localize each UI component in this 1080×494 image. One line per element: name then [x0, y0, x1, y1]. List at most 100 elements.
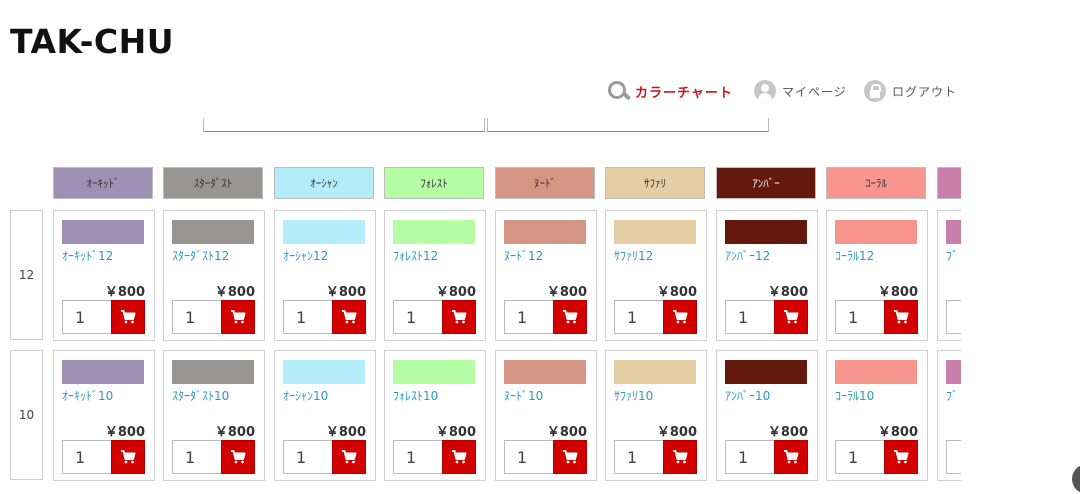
- quantity-input[interactable]: [835, 300, 885, 334]
- quantity-input[interactable]: [393, 440, 443, 474]
- add-to-cart-button[interactable]: [332, 440, 366, 474]
- product-card: ｻﾌｧﾘ10 ￥800: [605, 350, 707, 481]
- color-header: ﾌｫﾚｽﾄ: [384, 167, 484, 199]
- product-name-link[interactable]: ﾌﾞ: [946, 247, 958, 264]
- product-card: ｻﾌｧﾘ12 ￥800: [605, 210, 707, 341]
- product-name-link[interactable]: ｵｰｼｬﾝ10: [283, 387, 328, 404]
- cart-icon: [673, 450, 688, 464]
- filter-select-1[interactable]: [203, 118, 485, 132]
- add-to-cart-button[interactable]: [221, 300, 255, 334]
- add-to-cart-button[interactable]: [442, 300, 476, 334]
- cart-icon: [563, 450, 578, 464]
- product-name-link[interactable]: ｱﾝﾊﾞｰ10: [725, 387, 770, 404]
- quantity-input[interactable]: [62, 440, 112, 474]
- filter-select-2[interactable]: [487, 118, 769, 132]
- product-price: ￥800: [877, 425, 918, 440]
- quantity-input[interactable]: [725, 300, 775, 334]
- site-logo[interactable]: TAK-CHU: [10, 22, 174, 61]
- product-price: ￥800: [104, 425, 145, 440]
- cart-icon: [121, 450, 136, 464]
- color-header: ｵｰｷｯﾄﾞ: [53, 167, 153, 199]
- add-to-cart-button[interactable]: [884, 440, 918, 474]
- search-icon: [607, 80, 632, 102]
- add-to-cart-button[interactable]: [663, 440, 697, 474]
- product-price: ￥800: [325, 425, 366, 440]
- lock-icon: [864, 80, 886, 102]
- color-header: ｻﾌｧﾘ: [605, 167, 705, 199]
- add-to-cart-button[interactable]: [442, 440, 476, 474]
- product-name-link[interactable]: ﾌﾞ: [946, 387, 958, 404]
- product-name-link[interactable]: ｽﾀｰﾀﾞｽﾄ10: [172, 387, 229, 404]
- color-swatch: [283, 220, 365, 244]
- quantity-input[interactable]: [946, 300, 961, 334]
- cart-icon: [452, 450, 467, 464]
- quantity-input[interactable]: [614, 300, 664, 334]
- add-to-cart-button[interactable]: [774, 440, 808, 474]
- color-swatch: [725, 220, 807, 244]
- add-to-cart-button[interactable]: [663, 300, 697, 334]
- product-card: ﾌｫﾚｽﾄ12 ￥800: [384, 210, 486, 341]
- color-swatch: [504, 220, 586, 244]
- color-swatch: [614, 360, 696, 384]
- quantity-input[interactable]: [835, 440, 885, 474]
- color-swatch: [725, 360, 807, 384]
- product-name-link[interactable]: ｻﾌｧﾘ10: [614, 387, 653, 404]
- cart-icon: [563, 310, 578, 324]
- product-price: ￥800: [656, 425, 697, 440]
- product-price: ￥800: [767, 285, 808, 300]
- color-header: ﾇｰﾄﾞ: [495, 167, 595, 199]
- product-name-link[interactable]: ﾌｫﾚｽﾄ12: [393, 247, 438, 264]
- quantity-input[interactable]: [172, 300, 222, 334]
- quantity-input[interactable]: [283, 440, 333, 474]
- cart-icon: [342, 450, 357, 464]
- quantity-input[interactable]: [62, 300, 112, 334]
- product-name-link[interactable]: ｱﾝﾊﾞｰ12: [725, 247, 770, 264]
- product-name-link[interactable]: ｵｰｷｯﾄﾞ12: [62, 247, 113, 264]
- add-to-cart-button[interactable]: [332, 300, 366, 334]
- add-to-cart-button[interactable]: [553, 300, 587, 334]
- product-name-link[interactable]: ﾇｰﾄﾞ12: [504, 247, 543, 264]
- mypage-link[interactable]: マイページ: [754, 78, 847, 104]
- color-swatch: [283, 360, 365, 384]
- quantity-input[interactable]: [393, 300, 443, 334]
- color-swatch: [62, 220, 144, 244]
- product-price: ￥800: [104, 285, 145, 300]
- add-to-cart-button[interactable]: [553, 440, 587, 474]
- logout-link[interactable]: ログアウト: [864, 78, 957, 104]
- product-card: ﾇｰﾄﾞ12 ￥800: [495, 210, 597, 341]
- cart-icon: [452, 310, 467, 324]
- product-name-link[interactable]: ﾇｰﾄﾞ10: [504, 387, 543, 404]
- add-to-cart-button[interactable]: [111, 300, 145, 334]
- product-name-link[interactable]: ｽﾀｰﾀﾞｽﾄ12: [172, 247, 229, 264]
- quantity-input[interactable]: [172, 440, 222, 474]
- color-swatch: [172, 220, 254, 244]
- quantity-input[interactable]: [614, 440, 664, 474]
- product-name-link[interactable]: ﾌｫﾚｽﾄ10: [393, 387, 438, 404]
- add-to-cart-button[interactable]: [774, 300, 808, 334]
- quantity-input[interactable]: [504, 440, 554, 474]
- cart-icon: [231, 310, 246, 324]
- product-name-link[interactable]: ｺｰﾗﾙ10: [835, 387, 874, 404]
- color-swatch: [62, 360, 144, 384]
- add-to-cart-button[interactable]: [884, 300, 918, 334]
- quantity-input[interactable]: [504, 300, 554, 334]
- product-name-link[interactable]: ｵｰｼｬﾝ12: [283, 247, 328, 264]
- mypage-label: マイページ: [782, 84, 847, 99]
- product-card: ｺｰﾗﾙ12 ￥800: [826, 210, 928, 341]
- quantity-input[interactable]: [946, 440, 961, 474]
- color-header: ｽﾀｰﾀﾞｽﾄ: [163, 167, 263, 199]
- size-row-label: 10: [10, 350, 43, 480]
- product-name-link[interactable]: ｵｰｷｯﾄﾞ10: [62, 387, 113, 404]
- quantity-input[interactable]: [283, 300, 333, 334]
- product-name-link[interactable]: ｻﾌｧﾘ12: [614, 247, 653, 264]
- quantity-input[interactable]: [725, 440, 775, 474]
- add-to-cart-button[interactable]: [221, 440, 255, 474]
- add-to-cart-button[interactable]: [111, 440, 145, 474]
- color-chart-link[interactable]: カラーチャート: [607, 78, 733, 104]
- color-swatch: [393, 220, 475, 244]
- header-nav: カラーチャート マイページ ログアウト: [0, 78, 1080, 104]
- cart-icon: [121, 310, 136, 324]
- product-price: ￥800: [546, 425, 587, 440]
- color-swatch: [172, 360, 254, 384]
- product-name-link[interactable]: ｺｰﾗﾙ12: [835, 247, 874, 264]
